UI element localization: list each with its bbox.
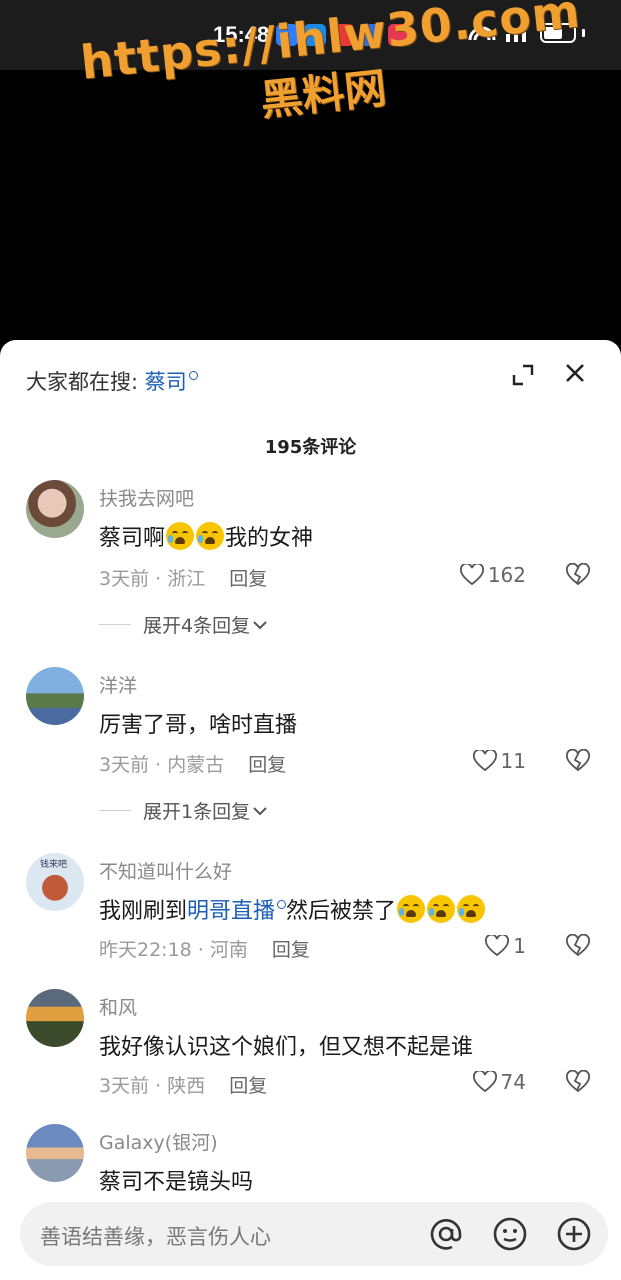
reply-button[interactable]: 回复	[248, 754, 286, 776]
comment-username[interactable]: Galaxy(银河)	[99, 1128, 218, 1155]
chevron-down-icon	[253, 806, 267, 815]
crying-emoji-icon	[196, 522, 225, 550]
laughing-emoji-icon	[457, 895, 486, 923]
search-icon	[277, 900, 287, 909]
comment-meta: 昨天22:18 · 河南 回复	[99, 939, 310, 961]
comment-meta: 3天前 · 陕西 回复	[99, 1075, 268, 1097]
heart-icon	[485, 935, 510, 957]
like-count: 11	[500, 749, 526, 773]
comment-meta: 3天前 · 浙江 回复	[99, 568, 268, 590]
comment-text: 我刚刷到明哥直播 然后被禁了	[99, 893, 486, 925]
search-icon	[188, 371, 198, 380]
comment-username[interactable]: 和风	[99, 993, 137, 1020]
comment-text: 厉害了哥，啥时直播	[99, 713, 298, 738]
comment-username[interactable]: 洋洋	[99, 671, 137, 698]
comment-input-bar[interactable]: 善语结善缘，恶言伤人心	[20, 1202, 608, 1266]
comment-count: 195条评论	[264, 437, 357, 458]
avatar[interactable]	[26, 667, 84, 725]
comment-username[interactable]: 不知道叫什么好	[99, 857, 232, 884]
like-count: 74	[500, 1070, 526, 1094]
emoji-icon[interactable]	[492, 1216, 528, 1252]
comment-text: 蔡司啊 我的女神	[99, 520, 313, 552]
expand-replies-button[interactable]: 展开4条回复	[99, 611, 270, 638]
reply-button[interactable]: 回复	[272, 939, 310, 961]
laughing-emoji-icon	[397, 895, 426, 923]
add-icon[interactable]	[556, 1216, 592, 1252]
like-button[interactable]: 74	[472, 1070, 526, 1094]
search-prefix: 大家都在搜:	[26, 370, 139, 394]
like-button[interactable]: 11	[472, 749, 526, 773]
like-button[interactable]: 1	[485, 934, 526, 958]
like-count: 1	[513, 934, 526, 958]
broken-heart-icon[interactable]	[566, 1070, 590, 1094]
avatar-caption: 钱来吧	[40, 860, 68, 870]
chevron-down-icon	[253, 620, 267, 629]
comment-input[interactable]: 善语结善缘，恶言伤人心	[40, 1221, 271, 1251]
topic-link[interactable]: 明哥直播	[187, 899, 275, 924]
reply-button[interactable]: 回复	[229, 1075, 267, 1097]
at-icon[interactable]	[428, 1216, 464, 1252]
comments-sheet: 大家都在搜: 蔡司 195条评论 扶我去网吧 蔡司啊 我的女神 3天前 · 浙江回…	[0, 340, 621, 1280]
avatar[interactable]	[26, 1124, 84, 1182]
heart-icon	[472, 750, 497, 772]
search-term-link[interactable]: 蔡司	[145, 370, 187, 394]
broken-heart-icon[interactable]	[566, 749, 590, 773]
crying-emoji-icon	[166, 522, 195, 550]
like-count: 162	[487, 563, 526, 587]
heart-icon	[459, 564, 484, 586]
expand-replies-button[interactable]: 展开1条回复	[99, 797, 270, 824]
close-icon[interactable]	[564, 362, 586, 384]
avatar[interactable]	[26, 480, 84, 538]
heart-icon	[472, 1071, 497, 1093]
avatar[interactable]: 钱来吧	[26, 853, 84, 911]
comment-text: 我好像认识这个娘们，但又想不起是谁	[99, 1035, 474, 1060]
comment-username[interactable]: 扶我去网吧	[99, 484, 194, 511]
laughing-emoji-icon	[427, 895, 456, 923]
broken-heart-icon[interactable]	[566, 563, 590, 587]
avatar[interactable]	[26, 989, 84, 1047]
search-suggestion[interactable]: 大家都在搜: 蔡司	[26, 366, 198, 396]
expand-icon[interactable]	[512, 364, 534, 386]
broken-heart-icon[interactable]	[566, 934, 590, 958]
comment-text: 蔡司不是镜头吗	[99, 1170, 254, 1195]
comment-meta: 3天前 · 内蒙古 回复	[99, 754, 287, 776]
like-button[interactable]: 162	[459, 563, 526, 587]
reply-button[interactable]: 回复	[229, 568, 267, 590]
